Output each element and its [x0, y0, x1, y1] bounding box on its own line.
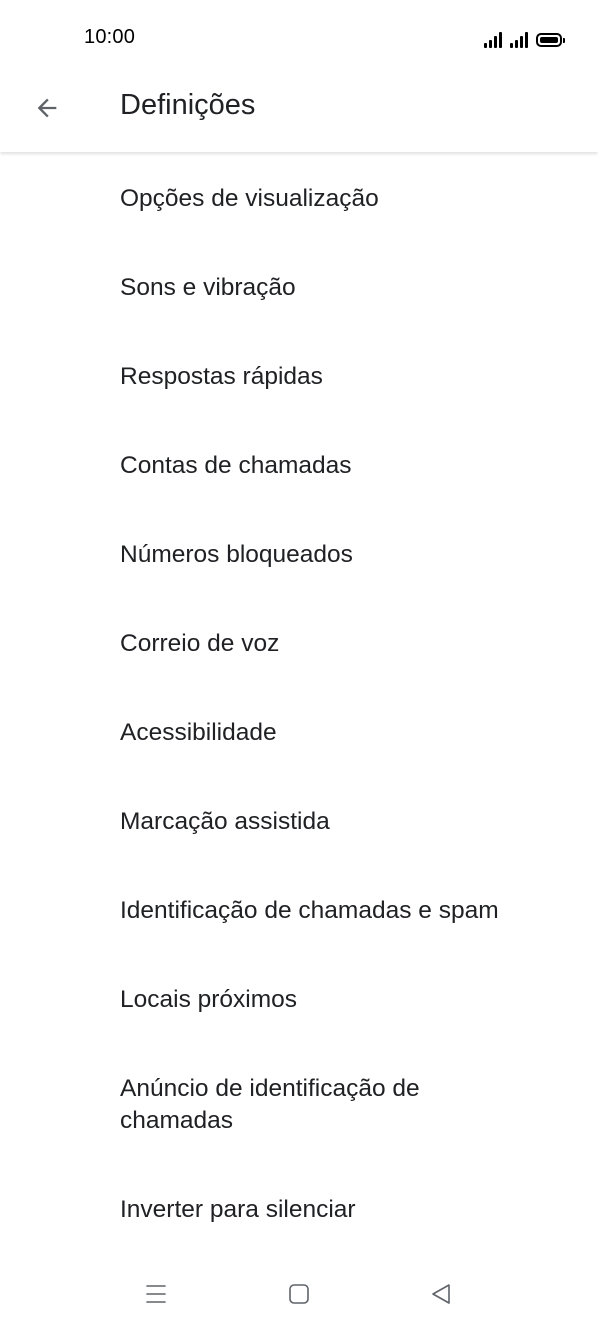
- settings-item-caller-id-announcement[interactable]: Anúncio de identificação de chamadas: [0, 1042, 598, 1163]
- home-button[interactable]: [279, 1276, 319, 1312]
- menu-icon: [146, 1285, 166, 1303]
- settings-item-nearby-places[interactable]: Locais próximos: [0, 953, 598, 1042]
- settings-item-display-options[interactable]: Opções de visualização: [0, 152, 598, 241]
- back-button[interactable]: [22, 83, 72, 133]
- signal-icon: [484, 32, 502, 48]
- status-bar: 10:00: [0, 0, 598, 74]
- settings-item-assisted-dialing[interactable]: Marcação assistida: [0, 775, 598, 864]
- settings-item-label: Respostas rápidas: [120, 363, 323, 390]
- settings-item-label: Correio de voz: [120, 630, 280, 657]
- navigation-bar: [0, 1260, 598, 1330]
- status-time: 10:00: [84, 26, 136, 48]
- settings-item-label: Opções de visualização: [120, 185, 379, 212]
- settings-item-blocked-numbers[interactable]: Números bloqueados: [0, 508, 598, 597]
- settings-item-label: Locais próximos: [120, 986, 298, 1013]
- settings-item-label: Acessibilidade: [120, 719, 277, 746]
- app-bar: Definições: [0, 74, 598, 152]
- signal-icon: [510, 32, 528, 48]
- back-triangle-icon: [432, 1284, 450, 1304]
- settings-item-label: Contas de chamadas: [120, 452, 352, 479]
- settings-item-accessibility[interactable]: Acessibilidade: [0, 686, 598, 775]
- battery-icon: [536, 33, 565, 47]
- settings-item-caller-id-spam[interactable]: Identificação de chamadas e spam: [0, 864, 598, 953]
- settings-item-label: Sons e vibração: [120, 274, 296, 301]
- settings-item-label: Inverter para silenciar: [120, 1196, 356, 1223]
- settings-item-flip-to-silence[interactable]: Inverter para silenciar: [0, 1163, 598, 1252]
- settings-item-label: Números bloqueados: [120, 541, 353, 568]
- settings-item-quick-responses[interactable]: Respostas rápidas: [0, 330, 598, 419]
- settings-item-calling-accounts[interactable]: Contas de chamadas: [0, 419, 598, 508]
- settings-item-voicemail[interactable]: Correio de voz: [0, 597, 598, 686]
- recent-apps-button[interactable]: [136, 1276, 176, 1312]
- nav-back-button[interactable]: [421, 1276, 461, 1312]
- settings-item-label: Marcação assistida: [120, 808, 330, 835]
- settings-item-label: Identificação de chamadas e spam: [120, 897, 499, 924]
- settings-item-sounds-vibration[interactable]: Sons e vibração: [0, 241, 598, 330]
- settings-list: Opções de visualização Sons e vibração R…: [0, 152, 598, 1252]
- page-title: Definições: [120, 89, 256, 121]
- arrow-left-icon: [37, 98, 57, 118]
- status-icons: [484, 26, 565, 48]
- home-icon: [289, 1284, 309, 1304]
- settings-item-label: Anúncio de identificação de chamadas: [120, 1075, 420, 1134]
